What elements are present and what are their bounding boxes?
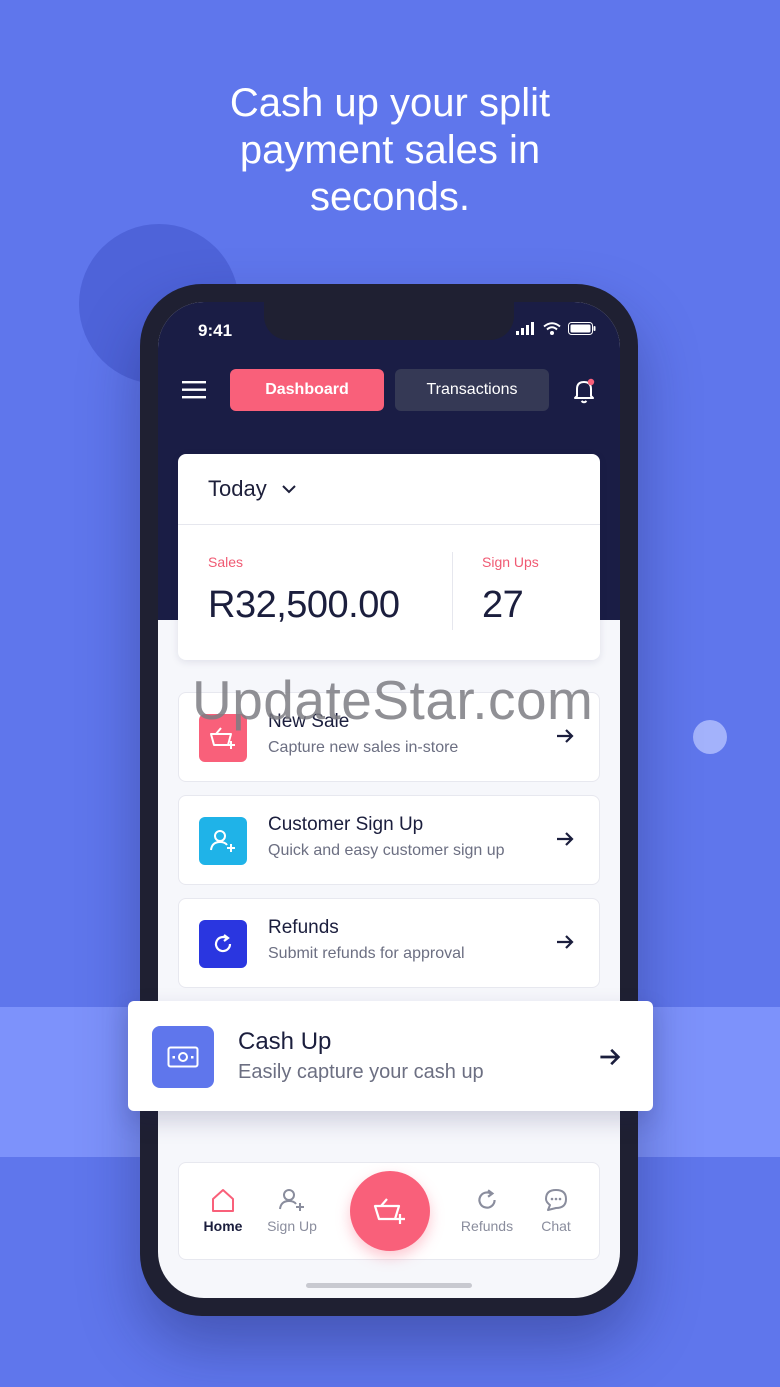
phone-frame: 9:41 Dashboard Transactions Today Sales …	[140, 284, 638, 1316]
user-plus-icon	[279, 1189, 304, 1211]
status-icons	[516, 322, 596, 335]
action-title: Refunds	[268, 917, 339, 938]
nav-label: Sign Up	[267, 1218, 317, 1234]
phone-notch	[264, 302, 514, 340]
nav-home[interactable]: Home	[188, 1187, 258, 1234]
signal-icon	[516, 322, 534, 335]
home-indicator	[306, 1283, 472, 1288]
stats-divider	[452, 552, 453, 630]
refresh-icon	[478, 1189, 496, 1209]
chevron-down-icon	[282, 485, 296, 494]
tab-transactions[interactable]: Transactions	[395, 369, 549, 411]
arrow-right-icon	[557, 832, 574, 846]
signups-value: 27	[482, 584, 524, 626]
cashup-subtitle: Easily capture your cash up	[238, 1061, 484, 1083]
nav-label: Home	[203, 1218, 243, 1234]
tab-dashboard[interactable]: Dashboard	[230, 369, 384, 411]
bell-icon[interactable]	[572, 377, 598, 410]
sales-value: R32,500.00	[208, 584, 400, 626]
period-label: Today	[208, 476, 267, 501]
refresh-icon	[199, 920, 247, 968]
action-subtitle: Quick and easy customer sign up	[268, 842, 505, 859]
card-divider	[178, 524, 600, 525]
user-plus-icon	[199, 817, 247, 865]
battery-icon	[568, 322, 596, 335]
hamburger-icon[interactable]	[182, 381, 206, 404]
headline: Cash up your split payment sales in seco…	[229, 81, 551, 219]
action-refunds[interactable]: Refunds Submit refunds for approval	[178, 898, 600, 988]
arrow-right-icon	[557, 935, 574, 949]
sales-label: Sales	[208, 554, 244, 570]
nav-sign-up[interactable]: Sign Up	[257, 1187, 327, 1234]
action-subtitle: Submit refunds for approval	[268, 945, 465, 962]
nav-label: Refunds	[460, 1218, 514, 1234]
chat-icon	[545, 1189, 567, 1211]
basket-plus-icon	[373, 1198, 405, 1224]
cash-icon	[152, 1026, 214, 1088]
cashup-card[interactable]: Cash Up Easily capture your cash up	[128, 1001, 653, 1111]
action-subtitle: Capture new sales in-store	[268, 739, 459, 756]
nav-refunds[interactable]: Refunds	[452, 1187, 522, 1234]
wifi-icon	[543, 322, 561, 335]
nav-chat[interactable]: Chat	[521, 1187, 591, 1234]
period-dropdown[interactable]: Today	[208, 476, 297, 502]
signups-label: Sign Ups	[482, 554, 539, 570]
action-customer-sign-up[interactable]: Customer Sign Up Quick and easy customer…	[178, 795, 600, 885]
phone-screen: 9:41 Dashboard Transactions Today Sales …	[158, 302, 620, 1298]
home-icon	[212, 1189, 234, 1212]
arrow-right-icon	[600, 1048, 621, 1066]
stats-card: Today Sales R32,500.00 Sign Ups 27	[178, 454, 600, 660]
status-time: 9:41	[198, 321, 233, 340]
new-sale-fab[interactable]	[350, 1171, 430, 1251]
cashup-title: Cash Up	[238, 1028, 332, 1055]
decorative-dot	[693, 720, 727, 754]
bottom-nav: Home Sign Up Refunds Chat	[178, 1162, 600, 1260]
watermark: UpdateStar.com	[192, 669, 594, 731]
action-title: Customer Sign Up	[268, 814, 424, 835]
nav-label: Chat	[541, 1218, 571, 1234]
